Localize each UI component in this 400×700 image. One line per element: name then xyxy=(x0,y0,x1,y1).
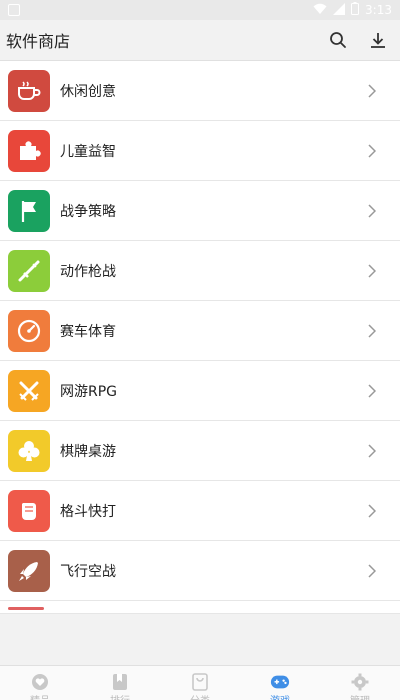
tab-label: 排行 xyxy=(110,692,130,700)
partial-tile xyxy=(8,607,44,610)
tab-games[interactable]: 游戏 xyxy=(240,666,320,700)
category-row-strategy[interactable]: 战争策略 xyxy=(0,181,400,241)
category-label: 赛车体育 xyxy=(60,323,116,340)
category-label: 战争策略 xyxy=(60,203,116,220)
category-row-casual[interactable]: 休闲创意 xyxy=(0,61,400,121)
clock: 3:13 xyxy=(365,3,392,17)
tab-category[interactable]: 分类 xyxy=(160,666,240,700)
chevron-right-icon xyxy=(362,443,382,458)
page-title: 软件商店 xyxy=(6,32,71,51)
chevron-right-icon xyxy=(362,83,382,98)
crossed-swords-icon xyxy=(8,369,50,412)
coffee-cup-icon xyxy=(8,69,50,112)
wifi-icon xyxy=(313,3,327,18)
chevron-right-icon xyxy=(362,143,382,158)
chevron-right-icon xyxy=(362,203,382,218)
tab-label: 精品 xyxy=(30,692,50,700)
category-label: 休闲创意 xyxy=(60,83,116,100)
category-row-flight[interactable]: 飞行空战 xyxy=(0,541,400,601)
heart-icon xyxy=(30,672,50,692)
signal-icon xyxy=(333,2,346,18)
tab-manage[interactable]: 管理 xyxy=(320,666,400,700)
category-list: 休闲创意 儿童益智 战争策略 动作枪战 赛车体育 网游RPG 棋牌桌游 格斗快打… xyxy=(0,61,400,614)
tab-label: 分类 xyxy=(190,692,210,700)
chevron-right-icon xyxy=(362,563,382,578)
category-label: 儿童益智 xyxy=(60,143,116,160)
list-item-partial xyxy=(0,601,400,614)
download-icon[interactable] xyxy=(366,28,390,52)
notification-icon xyxy=(8,4,20,16)
category-label: 格斗快打 xyxy=(60,503,116,520)
category-label: 飞行空战 xyxy=(60,563,116,580)
rifle-icon xyxy=(8,249,50,292)
bookmark-icon xyxy=(110,672,130,692)
puzzle-icon xyxy=(8,129,50,172)
tab-label: 游戏 xyxy=(270,692,290,700)
category-label: 网游RPG xyxy=(60,383,118,400)
battery-icon xyxy=(351,2,360,18)
speedometer-icon xyxy=(8,309,50,352)
chevron-right-icon xyxy=(362,503,382,518)
tab-ranking[interactable]: 排行 xyxy=(80,666,160,700)
bag-icon xyxy=(190,672,210,692)
category-label: 棋牌桌游 xyxy=(60,443,116,460)
club-icon xyxy=(8,429,50,472)
chevron-right-icon xyxy=(362,323,382,338)
status-indicators: 3:13 xyxy=(313,2,392,18)
chevron-right-icon xyxy=(362,383,382,398)
category-row-racing[interactable]: 赛车体育 xyxy=(0,301,400,361)
gamepad-icon xyxy=(270,672,290,692)
flag-icon xyxy=(8,189,50,232)
category-row-rpg[interactable]: 网游RPG xyxy=(0,361,400,421)
category-label: 动作枪战 xyxy=(60,263,116,280)
category-row-board[interactable]: 棋牌桌游 xyxy=(0,421,400,481)
gear-icon xyxy=(350,672,370,692)
tab-label: 管理 xyxy=(350,692,370,700)
fist-icon xyxy=(8,489,50,532)
chevron-right-icon xyxy=(362,263,382,278)
bottom-tab-bar: 精品 排行 分类 游戏 管理 xyxy=(0,665,400,700)
rocket-icon xyxy=(8,549,50,592)
category-row-fighting[interactable]: 格斗快打 xyxy=(0,481,400,541)
category-row-kids[interactable]: 儿童益智 xyxy=(0,121,400,181)
category-row-shooter[interactable]: 动作枪战 xyxy=(0,241,400,301)
search-icon[interactable] xyxy=(326,28,350,52)
app-header: 软件商店 xyxy=(0,20,400,61)
status-bar: 3:13 xyxy=(0,0,400,20)
tab-featured[interactable]: 精品 xyxy=(0,666,80,700)
